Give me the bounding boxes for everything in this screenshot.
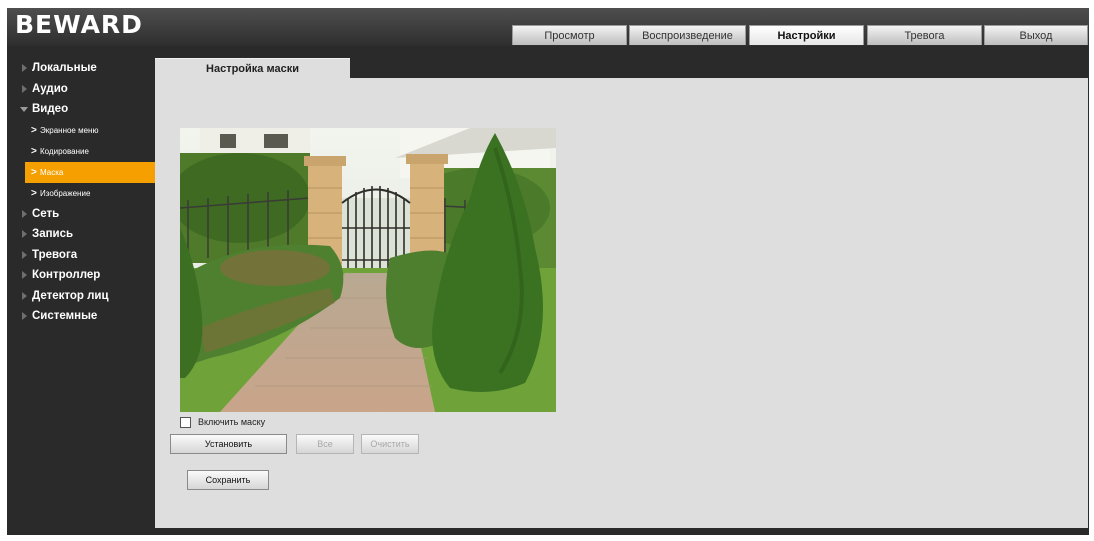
sidebar-item-audio[interactable]: Аудио	[7, 79, 156, 100]
sidebar-item-local[interactable]: Локальные	[7, 58, 156, 79]
tab-exit[interactable]: Выход	[984, 25, 1088, 45]
beward-logo: BEWARD	[15, 10, 143, 39]
triangle-right-icon	[22, 64, 27, 72]
camera-preview[interactable]	[180, 128, 556, 412]
set-button[interactable]: Установить	[170, 434, 287, 454]
sidebar-item-alarm[interactable]: Тревога	[7, 245, 156, 266]
content-tab-mask-settings[interactable]: Настройка маски	[155, 58, 350, 80]
triangle-right-icon	[22, 250, 27, 259]
sidebar-subitem-image[interactable]: > Изображение	[7, 183, 156, 204]
tab-settings[interactable]: Настройки	[749, 25, 864, 45]
sidebar-item-network[interactable]: Сеть	[7, 204, 156, 225]
sidebar-item-controller[interactable]: Контроллер	[7, 265, 156, 286]
triangle-right-icon	[22, 312, 27, 320]
chevron-right-icon: >	[31, 166, 37, 178]
settings-sidebar: Локальные Аудио Видео > Экранное меню > Ко…	[7, 58, 156, 327]
chevron-right-icon: >	[31, 124, 37, 136]
mask-settings-panel: Включить маску Установить Все Очистить С…	[155, 78, 1088, 528]
enable-mask-checkbox[interactable]	[180, 417, 191, 429]
all-button[interactable]: Все	[296, 434, 354, 454]
save-button[interactable]: Сохранить	[187, 470, 269, 490]
tab-alarm[interactable]: Тревога	[867, 25, 982, 45]
app-frame: BEWARD Просмотр Воспроизведение Настройк…	[7, 8, 1089, 535]
triangle-down-icon	[20, 107, 28, 112]
sidebar-subitem-mask[interactable]: > Маска	[25, 161, 156, 183]
sidebar-item-face-detector[interactable]: Детектор лиц	[7, 286, 156, 307]
enable-mask-row: Включить маску	[180, 415, 265, 429]
chevron-right-icon: >	[31, 145, 37, 157]
tab-view[interactable]: Просмотр	[512, 25, 627, 45]
triangle-right-icon	[22, 291, 27, 300]
tab-playback[interactable]: Воспроизведение	[629, 25, 746, 45]
sidebar-subitem-osd[interactable]: > Экранное меню	[7, 120, 156, 141]
sidebar-subitem-encoding[interactable]: > Кодирование	[7, 141, 156, 162]
sidebar-item-video[interactable]: Видео	[7, 99, 156, 120]
triangle-right-icon	[22, 230, 27, 238]
triangle-right-icon	[22, 271, 27, 279]
clear-button[interactable]: Очистить	[361, 434, 419, 454]
triangle-right-icon	[22, 209, 27, 218]
enable-mask-label: Включить маску	[198, 417, 266, 427]
sidebar-item-system[interactable]: Системные	[7, 306, 156, 327]
triangle-right-icon	[22, 84, 27, 93]
header-bar: BEWARD Просмотр Воспроизведение Настройк…	[7, 8, 1089, 46]
sidebar-item-record[interactable]: Запись	[7, 224, 156, 245]
camera-preview-image	[180, 128, 556, 412]
chevron-right-icon: >	[31, 187, 37, 199]
